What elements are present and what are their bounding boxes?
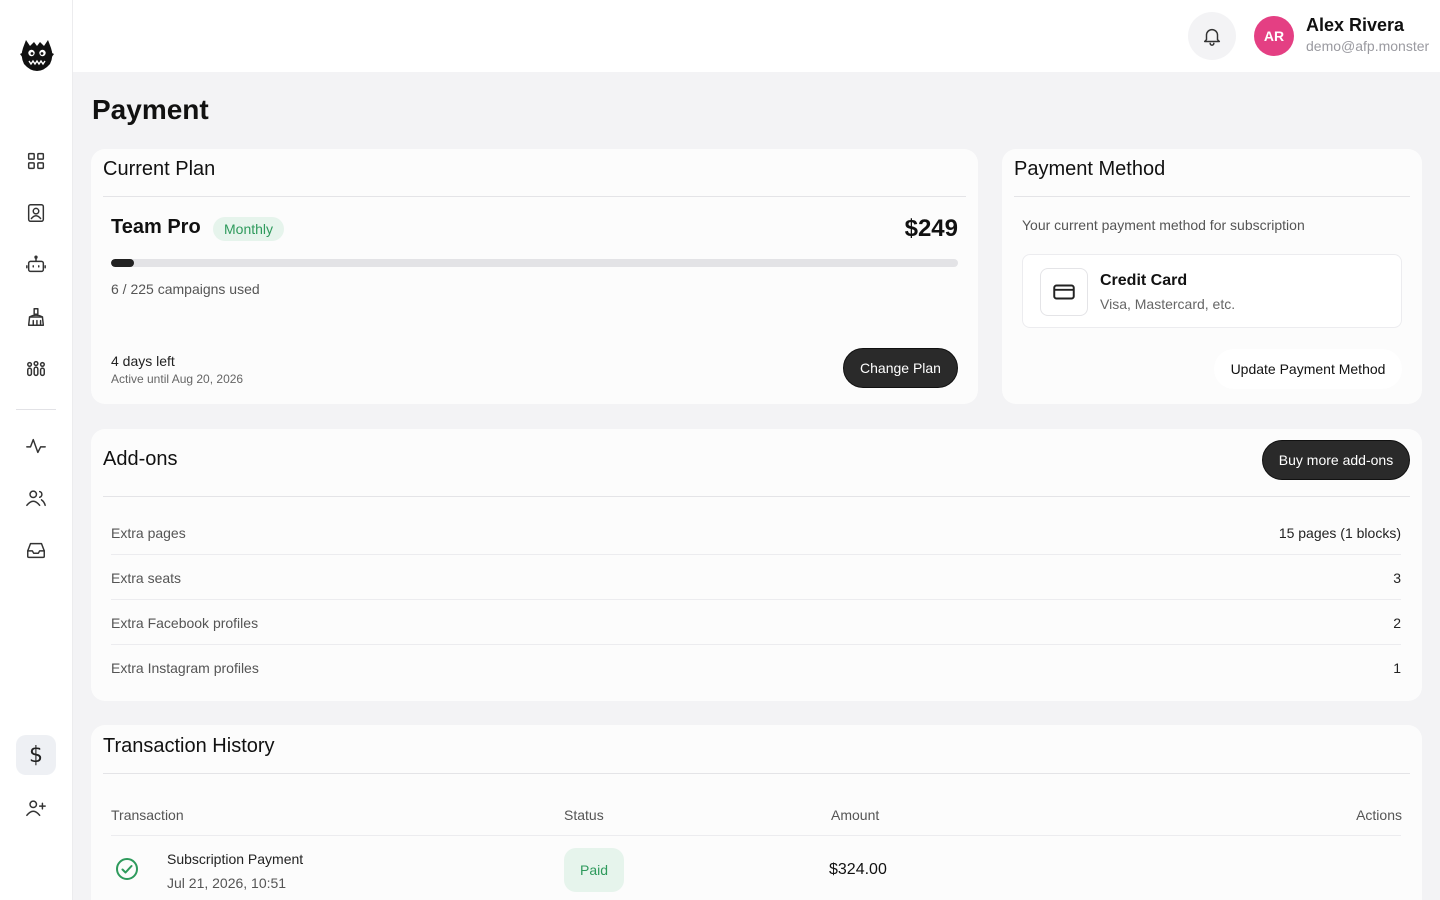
addon-row: Extra Facebook profiles 2 — [111, 600, 1401, 645]
addon-row: Extra Instagram profiles 1 — [111, 645, 1401, 690]
addon-value: 1 — [1393, 660, 1401, 676]
addon-label: Extra seats — [111, 570, 182, 586]
dollar-icon: $ — [29, 742, 43, 768]
buy-addons-button[interactable]: Buy more add-ons — [1262, 440, 1410, 480]
activity-icon — [26, 438, 46, 454]
contact-card-icon — [27, 204, 45, 222]
column-header-transaction: Transaction — [111, 807, 184, 823]
transaction-date: Jul 21, 2026, 10:51 — [167, 875, 287, 891]
avatar[interactable]: AR — [1254, 16, 1294, 56]
table-header-divider — [111, 835, 1401, 836]
campaign-usage-progress — [111, 259, 958, 267]
payment-method-title: Payment Method — [1014, 158, 1166, 180]
sidebar-item-bots[interactable] — [16, 245, 56, 285]
bell-icon — [1203, 28, 1221, 46]
addon-value: 2 — [1393, 615, 1401, 631]
transaction-history-card: Transaction History Transaction Status A… — [91, 725, 1422, 900]
column-header-actions: Actions — [1356, 807, 1402, 823]
dashboard-grid-icon — [27, 152, 45, 170]
monster-logo-icon[interactable] — [17, 34, 57, 74]
sidebar: $ — [0, 0, 73, 900]
page-title: Payment — [92, 94, 209, 125]
payment-method-name: Credit Card — [1100, 272, 1188, 289]
payment-method-description: Your current payment method for subscrip… — [1022, 217, 1305, 233]
current-plan-title: Current Plan — [103, 158, 216, 180]
top-header: AR Alex Rivera demo@afp.monster ··· — [73, 0, 1440, 72]
card-divider — [103, 496, 1410, 497]
check-circle-icon — [115, 857, 139, 881]
addon-label: Extra Facebook profiles — [111, 615, 259, 631]
addon-row: Extra seats 3 — [111, 555, 1401, 600]
transaction-history-title: Transaction History — [103, 735, 275, 757]
transaction-name: Subscription Payment — [167, 851, 304, 867]
addons-card: Add-ons Buy more add-ons Extra pages 15 … — [91, 429, 1422, 701]
sidebar-item-groups[interactable] — [16, 349, 56, 389]
billing-badge: Monthly — [213, 217, 285, 241]
addon-label: Extra Instagram profiles — [111, 660, 259, 676]
payment-method-card: Payment Method Your current payment meth… — [1002, 149, 1422, 404]
progress-fill — [111, 259, 134, 267]
notifications-button[interactable] — [1188, 12, 1236, 60]
cleaning-brush-icon — [27, 308, 45, 326]
plan-name: Team Pro — [111, 216, 201, 238]
status-badge: Paid — [564, 848, 624, 892]
user-email: demo@afp.monster — [1306, 38, 1430, 54]
sidebar-item-payment[interactable]: $ — [16, 735, 56, 775]
days-left: 4 days left — [111, 353, 175, 369]
column-header-amount: Amount — [831, 807, 880, 823]
transaction-amount: $324.00 — [829, 861, 887, 878]
active-until: Active until Aug 20, 2026 — [111, 372, 244, 386]
add-user-icon — [26, 800, 46, 817]
card-divider — [103, 773, 1410, 774]
payment-method-box: Credit Card Visa, Mastercard, etc. — [1022, 254, 1402, 328]
addon-value: 15 pages (1 blocks) — [1278, 525, 1401, 541]
addons-title: Add-ons — [103, 448, 178, 470]
addon-value: 3 — [1393, 570, 1401, 586]
inbox-icon — [27, 542, 45, 559]
change-plan-button[interactable]: Change Plan — [843, 348, 958, 388]
usage-text: 6 / 225 campaigns used — [111, 281, 260, 297]
users-icon — [26, 490, 46, 507]
payment-method-sub: Visa, Mastercard, etc. — [1100, 296, 1236, 312]
sidebar-divider — [16, 409, 56, 410]
sidebar-item-users[interactable] — [16, 478, 56, 518]
current-plan-card: Current Plan Team Pro Monthly $249 6 / 2… — [91, 149, 978, 404]
update-payment-method-button[interactable]: Update Payment Method — [1214, 349, 1402, 389]
sidebar-item-invite[interactable] — [16, 788, 56, 828]
groups-icon — [27, 360, 45, 377]
user-name: Alex Rivera — [1306, 15, 1405, 35]
card-divider — [1014, 196, 1410, 197]
column-header-status: Status — [564, 807, 604, 823]
robot-icon — [26, 255, 46, 273]
addon-label: Extra pages — [111, 525, 186, 541]
card-divider — [103, 196, 966, 197]
sidebar-item-contacts[interactable] — [16, 193, 56, 233]
credit-card-icon — [1040, 268, 1088, 316]
sidebar-item-dashboard[interactable] — [16, 141, 56, 181]
sidebar-item-cleaner[interactable] — [16, 297, 56, 337]
sidebar-item-inbox[interactable] — [16, 530, 56, 570]
addon-row: Extra pages 15 pages (1 blocks) — [111, 510, 1401, 555]
sidebar-item-activity[interactable] — [16, 426, 56, 466]
plan-price: $249 — [904, 215, 958, 242]
